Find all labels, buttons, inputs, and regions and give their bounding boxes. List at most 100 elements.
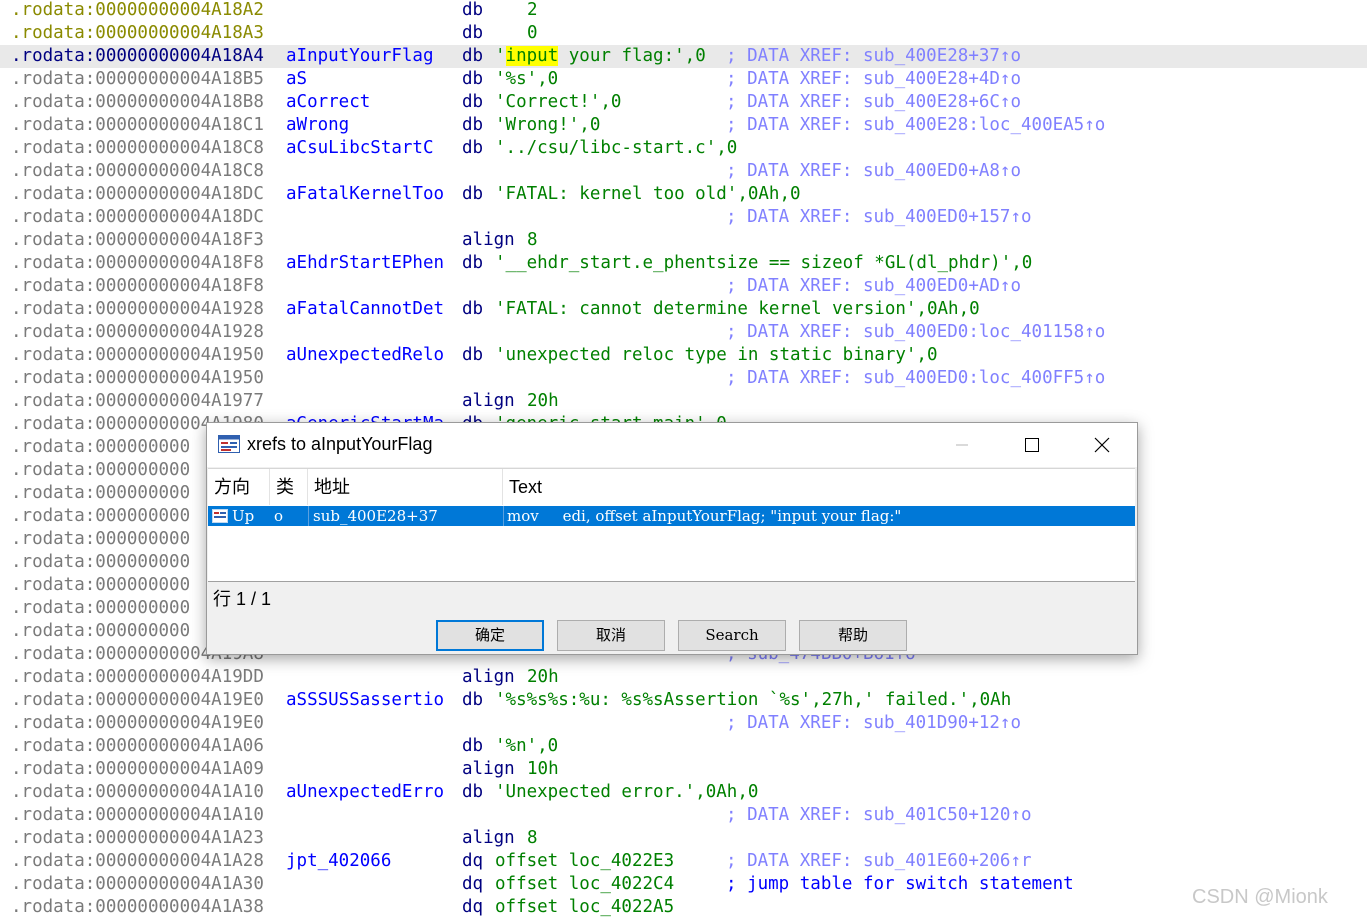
line-comment: ; DATA XREF: sub_401D90+12↑o (726, 713, 1022, 733)
xref-address: sub_400E28+37 (313, 507, 438, 525)
line-operands: 8 (527, 828, 538, 848)
line-instruction: align (462, 759, 515, 779)
minimize-button[interactable] (935, 423, 1005, 467)
column-header-text[interactable]: Text (503, 469, 1135, 505)
line-address: .rodata:00000000004A18DC (11, 184, 264, 204)
listing-line[interactable]: .rodata:00000000004A18C8 ; DATA XREF: sub… (0, 160, 1367, 183)
listing-line[interactable]: .rodata:00000000004A18B8 aCorrect db 'Corre… (0, 91, 1367, 114)
watermark: CSDN @Mionk (1192, 886, 1328, 908)
search-button[interactable]: Search (678, 620, 786, 651)
line-address: .rodata:00000000004A18DC (11, 207, 264, 227)
line-address: .rodata:000000000 (11, 598, 191, 618)
listing-line[interactable]: .rodata:00000000004A18F8 ; DATA XREF: sub… (0, 275, 1367, 298)
line-address: .rodata:00000000004A18B5 (11, 69, 264, 89)
column-header-direction[interactable]: 方向 (208, 469, 270, 505)
xrefs-list[interactable]: 方向 类型 地址 Text Up o sub_400E28+37 mov edi… (208, 468, 1135, 582)
xrefs-dialog: xrefs to aInputYourFlag 方向 类型 地址 Text Up… (206, 422, 1138, 655)
line-comment: ; DATA XREF: sub_400ED0+157↑o (726, 207, 1032, 227)
line-address: .rodata:00000000004A18C1 (11, 115, 264, 135)
listing-line[interactable]: .rodata:00000000004A18F3 align 8 (0, 229, 1367, 252)
line-comment: ; DATA XREF: sub_401C50+120↑o (726, 805, 1032, 825)
line-comment: ; DATA XREF: sub_401E60+206↑r (726, 851, 1032, 871)
line-label: aInputYourFlag (286, 46, 434, 66)
line-operands: 2 (527, 0, 538, 20)
xrefs-window-icon (218, 435, 240, 453)
line-address: .rodata:000000000 (11, 437, 191, 457)
dialog-titlebar[interactable]: xrefs to aInputYourFlag (207, 423, 1137, 467)
listing-line[interactable]: .rodata:00000000004A19E0 ; DATA XREF: sub… (0, 712, 1367, 735)
dialog-title: xrefs to aInputYourFlag (247, 434, 433, 454)
listing-line[interactable]: .rodata:00000000004A18B5 aS db '%s',0 ; DATA… (0, 68, 1367, 91)
xref-type: o (274, 507, 284, 525)
line-operands: offset loc_4022A5 (495, 897, 675, 917)
line-comment: ; DATA XREF: sub_400ED0+AD↑o (726, 276, 1022, 296)
listing-line[interactable]: .rodata:00000000004A1A38 dq offset loc_402… (0, 896, 1367, 919)
maximize-button[interactable] (997, 423, 1067, 467)
listing-line[interactable]: .rodata:00000000004A18A2 db 2 (0, 0, 1367, 22)
line-address: .rodata:00000000004A1928 (11, 322, 264, 342)
line-address: .rodata:00000000004A1A06 (11, 736, 264, 756)
line-comment: ; jump table for switch statement (726, 874, 1074, 894)
close-button[interactable] (1067, 423, 1137, 467)
line-address: .rodata:00000000004A1977 (11, 391, 264, 411)
xref-text: mov edi, offset aInputYourFlag; "input y… (507, 507, 902, 525)
line-address: .rodata:000000000 (11, 621, 191, 641)
line-operands: 10h (527, 759, 559, 779)
listing-line[interactable]: .rodata:00000000004A1A09 align 10h (0, 758, 1367, 781)
listing-line[interactable]: .rodata:00000000004A18F8 aEhdrStartEPhen d… (0, 252, 1367, 275)
listing-line[interactable]: .rodata:00000000004A1A30 dq offset loc_402… (0, 873, 1367, 896)
xref-row[interactable]: Up o sub_400E28+37 mov edi, offset aInpu… (208, 506, 1135, 526)
search-highlight: input (505, 46, 559, 66)
listing-line[interactable]: .rodata:00000000004A18C1 aWrong db 'Wrong!'… (0, 114, 1367, 137)
help-button[interactable]: 帮助 (799, 620, 907, 651)
line-comment: ; DATA XREF: sub_400E28+4D↑o (726, 69, 1022, 89)
line-operands: '%n',0 (495, 736, 559, 756)
listing-line[interactable]: .rodata:00000000004A18DC aFatalKernelToo d… (0, 183, 1367, 206)
column-header-type[interactable]: 类型 (270, 469, 308, 505)
listing-line[interactable]: .rodata:00000000004A18DC ; DATA XREF: sub… (0, 206, 1367, 229)
line-instruction: db (462, 115, 484, 135)
operand-text: your flag:',0 (558, 46, 706, 66)
line-operands: 20h (527, 391, 559, 411)
line-address: .rodata:000000000 (11, 483, 191, 503)
listing-line[interactable]: .rodata:00000000004A18A4 aInputYourFlag db… (0, 45, 1367, 68)
line-operands: 'input your flag:',0 (495, 45, 706, 68)
line-address: .rodata:00000000004A19E0 (11, 713, 264, 733)
line-instruction: db (462, 92, 484, 112)
line-label: jpt_402066 (286, 851, 392, 871)
line-comment: ; DATA XREF: sub_400ED0:loc_400FF5↑o (726, 368, 1106, 388)
listing-line[interactable]: .rodata:00000000004A1950 ; DATA XREF: sub… (0, 367, 1367, 390)
listing-line[interactable]: .rodata:00000000004A1928 ; DATA XREF: sub… (0, 321, 1367, 344)
listing-line[interactable]: .rodata:00000000004A1977 align 20h (0, 390, 1367, 413)
line-address: .rodata:00000000004A1A28 (11, 851, 264, 871)
line-address: .rodata:00000000004A18A2 (11, 0, 264, 20)
line-label: aWrong (286, 115, 350, 135)
line-instruction: db (462, 345, 484, 365)
line-instruction: db (462, 138, 484, 158)
listing-line[interactable]: .rodata:00000000004A1A06 db '%n',0 (0, 735, 1367, 758)
listing-line[interactable]: .rodata:00000000004A1A10 aUnexpectedErro d… (0, 781, 1367, 804)
line-operands: 0 (527, 23, 538, 43)
line-operands: 'Correct!',0 (495, 92, 622, 112)
listing-line[interactable]: .rodata:00000000004A18A3 db 0 (0, 22, 1367, 45)
ok-button[interactable]: 确定 (436, 620, 544, 651)
line-address: .rodata:00000000004A18A4 (11, 46, 264, 66)
listing-line[interactable]: .rodata:00000000004A1A28 jpt_402066 dq offs… (0, 850, 1367, 873)
line-instruction: dq (462, 874, 484, 894)
listing-line[interactable]: .rodata:00000000004A1950 aUnexpectedRelo d… (0, 344, 1367, 367)
line-instruction: db (462, 69, 484, 89)
line-instruction: align (462, 828, 515, 848)
cancel-button[interactable]: 取消 (557, 620, 665, 651)
listing-line[interactable]: .rodata:00000000004A19DD align 20h (0, 666, 1367, 689)
line-operands: 'unexpected reloc type in static binary'… (495, 345, 938, 365)
listing-line[interactable]: .rodata:00000000004A1A10 ; DATA XREF: sub… (0, 804, 1367, 827)
line-comment: ; DATA XREF: sub_400E28+37↑o (726, 46, 1022, 66)
minimize-icon (956, 444, 968, 446)
listing-line[interactable]: .rodata:00000000004A1A23 align 8 (0, 827, 1367, 850)
listing-line[interactable]: .rodata:00000000004A1928 aFatalCannotDet d… (0, 298, 1367, 321)
line-label: aFatalKernelToo (286, 184, 445, 204)
line-label: aCorrect (286, 92, 371, 112)
listing-line[interactable]: .rodata:00000000004A19E0 aSSSUSSassertio d… (0, 689, 1367, 712)
listing-line[interactable]: .rodata:00000000004A18C8 aCsuLibcStartC db… (0, 137, 1367, 160)
column-header-address[interactable]: 地址 (308, 469, 503, 505)
